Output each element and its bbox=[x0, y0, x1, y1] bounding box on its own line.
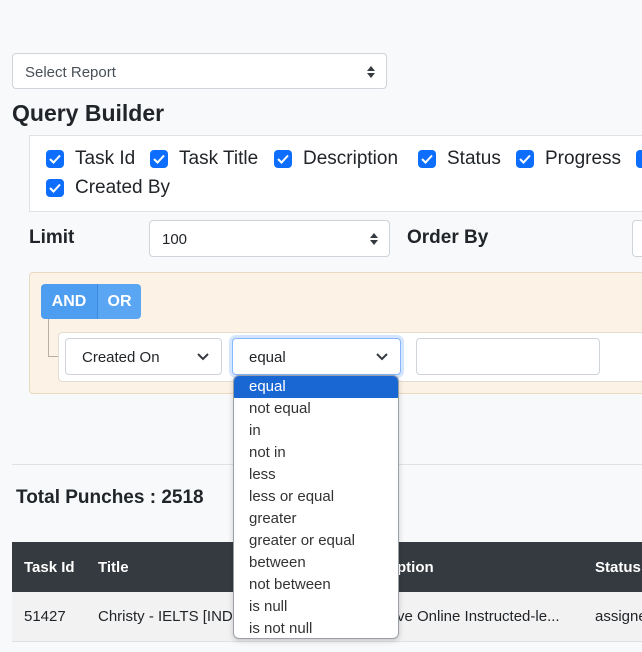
cell-title: Christy - IELTS [IND bbox=[98, 608, 233, 625]
checkbox-checked-icon[interactable] bbox=[636, 150, 642, 168]
operator-option[interactable]: greater bbox=[234, 508, 398, 530]
checkbox-checked-icon[interactable] bbox=[46, 179, 64, 197]
and-button[interactable]: AND bbox=[41, 284, 97, 319]
select-report-value: Select Report bbox=[25, 64, 116, 81]
operator-option[interactable]: less or equal bbox=[234, 486, 398, 508]
operator-option[interactable]: is null bbox=[234, 596, 398, 618]
order-by-label: Order By bbox=[407, 227, 489, 248]
rule-value-input[interactable] bbox=[416, 338, 600, 375]
rule-field-value: Created On bbox=[82, 349, 160, 366]
rule-operator-value: equal bbox=[249, 349, 286, 366]
cell-description: ve Online Instructed-le... bbox=[397, 608, 560, 625]
field-checkbox-created-by[interactable]: Created By bbox=[46, 176, 170, 200]
field-label: Status bbox=[447, 148, 501, 169]
field-label: Created By bbox=[75, 177, 171, 198]
limit-label: Limit bbox=[29, 227, 75, 248]
checkbox-checked-icon[interactable] bbox=[274, 150, 292, 168]
operator-option[interactable]: in bbox=[234, 420, 398, 442]
chevron-down-icon bbox=[376, 353, 388, 361]
total-punches: Total Punches : 2518 bbox=[16, 487, 204, 508]
field-checkbox-progress[interactable]: Progress bbox=[516, 147, 621, 171]
operator-option[interactable]: is not null bbox=[234, 618, 398, 638]
field-label: Progress bbox=[545, 148, 622, 169]
field-label: Task Title bbox=[179, 148, 259, 169]
checkbox-checked-icon[interactable] bbox=[150, 150, 168, 168]
select-report-dropdown[interactable]: Select Report bbox=[12, 53, 387, 89]
operator-option[interactable]: not between bbox=[234, 574, 398, 596]
operator-option[interactable]: not equal bbox=[234, 398, 398, 420]
operator-option[interactable]: not in bbox=[234, 442, 398, 464]
query-builder-title: Query Builder bbox=[12, 100, 165, 126]
field-checkbox-status[interactable]: Status bbox=[418, 147, 501, 171]
operator-options-list: equal not equal in not in less less or e… bbox=[233, 375, 399, 639]
field-checkbox-task-id[interactable]: Task Id bbox=[46, 147, 135, 171]
operator-option[interactable]: equal bbox=[234, 376, 398, 398]
field-checkbox-task-title[interactable]: Task Title bbox=[150, 147, 258, 171]
or-button[interactable]: OR bbox=[97, 284, 141, 319]
order-by-select[interactable] bbox=[632, 220, 642, 257]
field-checkbox-description[interactable]: Description bbox=[274, 147, 398, 171]
updown-arrows-icon bbox=[370, 233, 378, 245]
column-header-description[interactable]: ption bbox=[397, 559, 434, 576]
field-checkbox-partial[interactable] bbox=[636, 147, 642, 171]
cell-status: assigne bbox=[595, 608, 642, 625]
limit-select[interactable]: 100 bbox=[149, 220, 390, 257]
field-label: Task Id bbox=[75, 148, 136, 169]
operator-option[interactable]: less bbox=[234, 464, 398, 486]
updown-arrows-icon bbox=[367, 66, 375, 78]
checkbox-checked-icon[interactable] bbox=[418, 150, 436, 168]
field-label: Description bbox=[303, 148, 399, 169]
cell-task-id: 51427 bbox=[24, 608, 66, 625]
column-header-task-id[interactable]: Task Id bbox=[24, 559, 75, 576]
column-header-title[interactable]: Title bbox=[98, 559, 129, 576]
operator-option[interactable]: greater or equal bbox=[234, 530, 398, 552]
checkbox-checked-icon[interactable] bbox=[516, 150, 534, 168]
column-header-status[interactable]: Status bbox=[595, 559, 641, 576]
checkbox-checked-icon[interactable] bbox=[46, 150, 64, 168]
operator-option[interactable]: between bbox=[234, 552, 398, 574]
rule-operator-select[interactable]: equal bbox=[232, 338, 401, 375]
rule-field-select[interactable]: Created On bbox=[65, 338, 222, 375]
limit-value: 100 bbox=[162, 231, 188, 248]
chevron-down-icon bbox=[197, 353, 209, 361]
